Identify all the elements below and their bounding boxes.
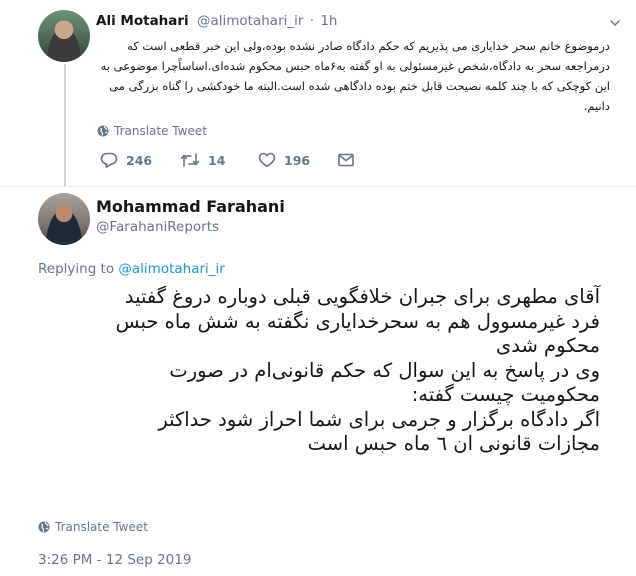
caret-down-icon[interactable] — [610, 18, 620, 28]
parent-tweet-header: Ali Motahari @alimotahari_ir · 1h — [96, 13, 337, 29]
author-handle[interactable]: @FarahaniReports — [96, 219, 219, 235]
divider — [0, 186, 636, 187]
translate-label: Translate Tweet — [114, 124, 207, 138]
tweet-timestamp[interactable]: 3:26 PM - 12 Sep 2019 — [38, 552, 191, 568]
direct-message-button[interactable] — [338, 153, 358, 167]
parent-tweet[interactable]: Ali Motahari @alimotahari_ir · 1h درموضو… — [0, 0, 636, 186]
replying-to-handle-link[interactable]: @alimotahari_ir — [118, 261, 224, 277]
tweet-text-line: محکوم شدی — [496, 334, 600, 357]
replying-prefix: Replying to — [38, 261, 115, 277]
reply-button[interactable]: 246 — [100, 152, 180, 168]
tweet-text: درموضوع خانم سحر خدایاری می پذیریم که حک… — [100, 39, 610, 113]
author-name[interactable]: Mohammad Farahani — [96, 197, 285, 216]
translate-tweet-link[interactable]: Translate Tweet — [97, 124, 207, 138]
like-button[interactable]: 196 — [258, 152, 338, 168]
replying-to: Replying to @alimotahari_ir — [38, 261, 225, 277]
avatar[interactable] — [38, 193, 90, 245]
translate-label: Translate Tweet — [55, 520, 148, 534]
author-handle[interactable]: @alimotahari_ir — [197, 13, 303, 29]
reply-icon — [100, 152, 118, 168]
direct-message-icon — [338, 153, 354, 167]
thread-connector-line — [64, 64, 66, 186]
globe-icon — [97, 125, 109, 137]
like-count: 196 — [284, 152, 311, 168]
tweet-text-line: اگر دادگاه برگزار و جرمی برای شما احراز … — [158, 407, 600, 431]
author-name[interactable]: Ali Motahari — [96, 13, 189, 29]
retweet-icon — [180, 152, 200, 168]
retweet-button[interactable]: 14 — [180, 152, 258, 168]
tweet-text-line: فرد غیرمسوول هم به سحرخدایاری نگفته به ش… — [115, 309, 600, 333]
tweet-text-line: مجازات قانونی ان ٦ ماه حبس است — [307, 432, 600, 455]
translate-tweet-link[interactable]: Translate Tweet — [38, 520, 148, 534]
tweet-text-line: آقای مطهری برای جبران خلافگویی قبلی دوبا… — [124, 285, 600, 308]
retweet-count: 14 — [208, 152, 226, 168]
tweet-actions: 246 14 196 — [100, 152, 358, 168]
tweet-time[interactable]: 1h — [320, 13, 337, 29]
tweet-text-line: وی در پاسخ به این سوال که حکم قانونی‌ام … — [169, 358, 600, 382]
tweet-text: آقای مطهری برای جبران خلافگویی قبلی دوبا… — [38, 285, 600, 457]
avatar[interactable] — [38, 10, 90, 62]
tweet-text-line: محکومیت چیست گفته: — [411, 383, 600, 406]
globe-icon — [38, 521, 50, 533]
separator-dot: · — [309, 13, 315, 29]
like-icon — [258, 152, 276, 168]
reply-count: 246 — [126, 152, 153, 168]
